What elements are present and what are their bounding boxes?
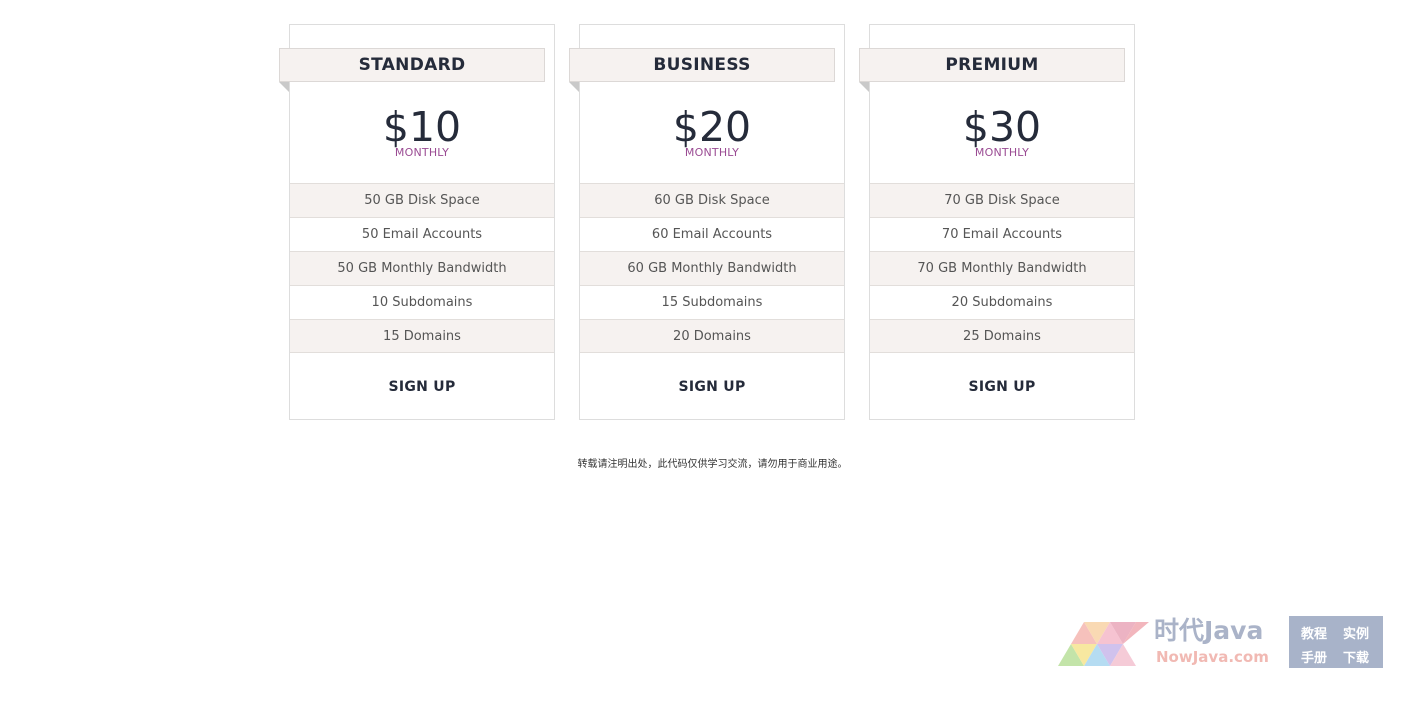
watermark-link[interactable]: 手册	[1301, 647, 1327, 666]
plan-price: $20	[672, 103, 752, 151]
feature-item: 25 Domains	[870, 319, 1134, 353]
watermark-link[interactable]: 教程	[1301, 623, 1327, 642]
feature-item: 50 GB Disk Space	[290, 183, 554, 217]
feature-item: 20 Domains	[580, 319, 844, 353]
feature-item: 70 GB Monthly Bandwidth	[870, 251, 1134, 285]
pricing-card-standard: STANDARD $10 MONTHLY 50 GB Disk Space 50…	[279, 24, 555, 420]
feature-item: 15 Domains	[290, 319, 554, 353]
plan-price: $30	[962, 103, 1042, 151]
watermark-url: NowJava.com	[1156, 648, 1269, 666]
ribbon-fold	[279, 82, 289, 92]
sign-up-button[interactable]: SIGN UP	[580, 379, 844, 395]
watermark-title: 时代Java	[1154, 616, 1264, 645]
feature-list: 50 GB Disk Space 50 Email Accounts 50 GB…	[290, 183, 554, 353]
triangle-mosaic-icon	[1058, 622, 1149, 666]
sign-up-button[interactable]: SIGN UP	[870, 379, 1134, 395]
feature-item: 60 GB Disk Space	[580, 183, 844, 217]
ribbon-fold	[859, 82, 869, 92]
pricing-page: STANDARD $10 MONTHLY 50 GB Disk Space 50…	[0, 0, 1425, 718]
watermark-links: 教程 实例 手册 下载	[1289, 616, 1383, 668]
plan-period: MONTHLY	[974, 146, 1030, 159]
feature-item: 60 GB Monthly Bandwidth	[580, 251, 844, 285]
feature-item: 50 Email Accounts	[290, 217, 554, 251]
ribbon-fold	[569, 82, 579, 92]
feature-item: 20 Subdomains	[870, 285, 1134, 319]
plan-name: STANDARD	[279, 48, 545, 82]
feature-item: 15 Subdomains	[580, 285, 844, 319]
plan-period: MONTHLY	[394, 146, 450, 159]
watermark-link[interactable]: 下载	[1343, 647, 1369, 666]
feature-item: 70 Email Accounts	[870, 217, 1134, 251]
feature-list: 60 GB Disk Space 60 Email Accounts 60 GB…	[580, 183, 844, 353]
pricing-card-business: BUSINESS $20 MONTHLY 60 GB Disk Space 60…	[569, 24, 845, 420]
feature-list: 70 GB Disk Space 70 Email Accounts 70 GB…	[870, 183, 1134, 353]
plan-name: PREMIUM	[859, 48, 1125, 82]
feature-item: 70 GB Disk Space	[870, 183, 1134, 217]
feature-item: 10 Subdomains	[290, 285, 554, 319]
feature-item: 60 Email Accounts	[580, 217, 844, 251]
watermark-link[interactable]: 实例	[1343, 623, 1369, 642]
pricing-card-premium: PREMIUM $30 MONTHLY 70 GB Disk Space 70 …	[859, 24, 1135, 420]
copyright-notice: 转载请注明出处，此代码仅供学习交流，请勿用于商业用途。	[577, 459, 848, 470]
plan-price: $10	[382, 103, 462, 151]
plan-period: MONTHLY	[684, 146, 740, 159]
feature-item: 50 GB Monthly Bandwidth	[290, 251, 554, 285]
sign-up-button[interactable]: SIGN UP	[290, 379, 554, 395]
plan-name: BUSINESS	[569, 48, 835, 82]
watermark-logo[interactable]: 时代Java NowJava.com 教程 实例 手册 下载	[1058, 614, 1384, 670]
